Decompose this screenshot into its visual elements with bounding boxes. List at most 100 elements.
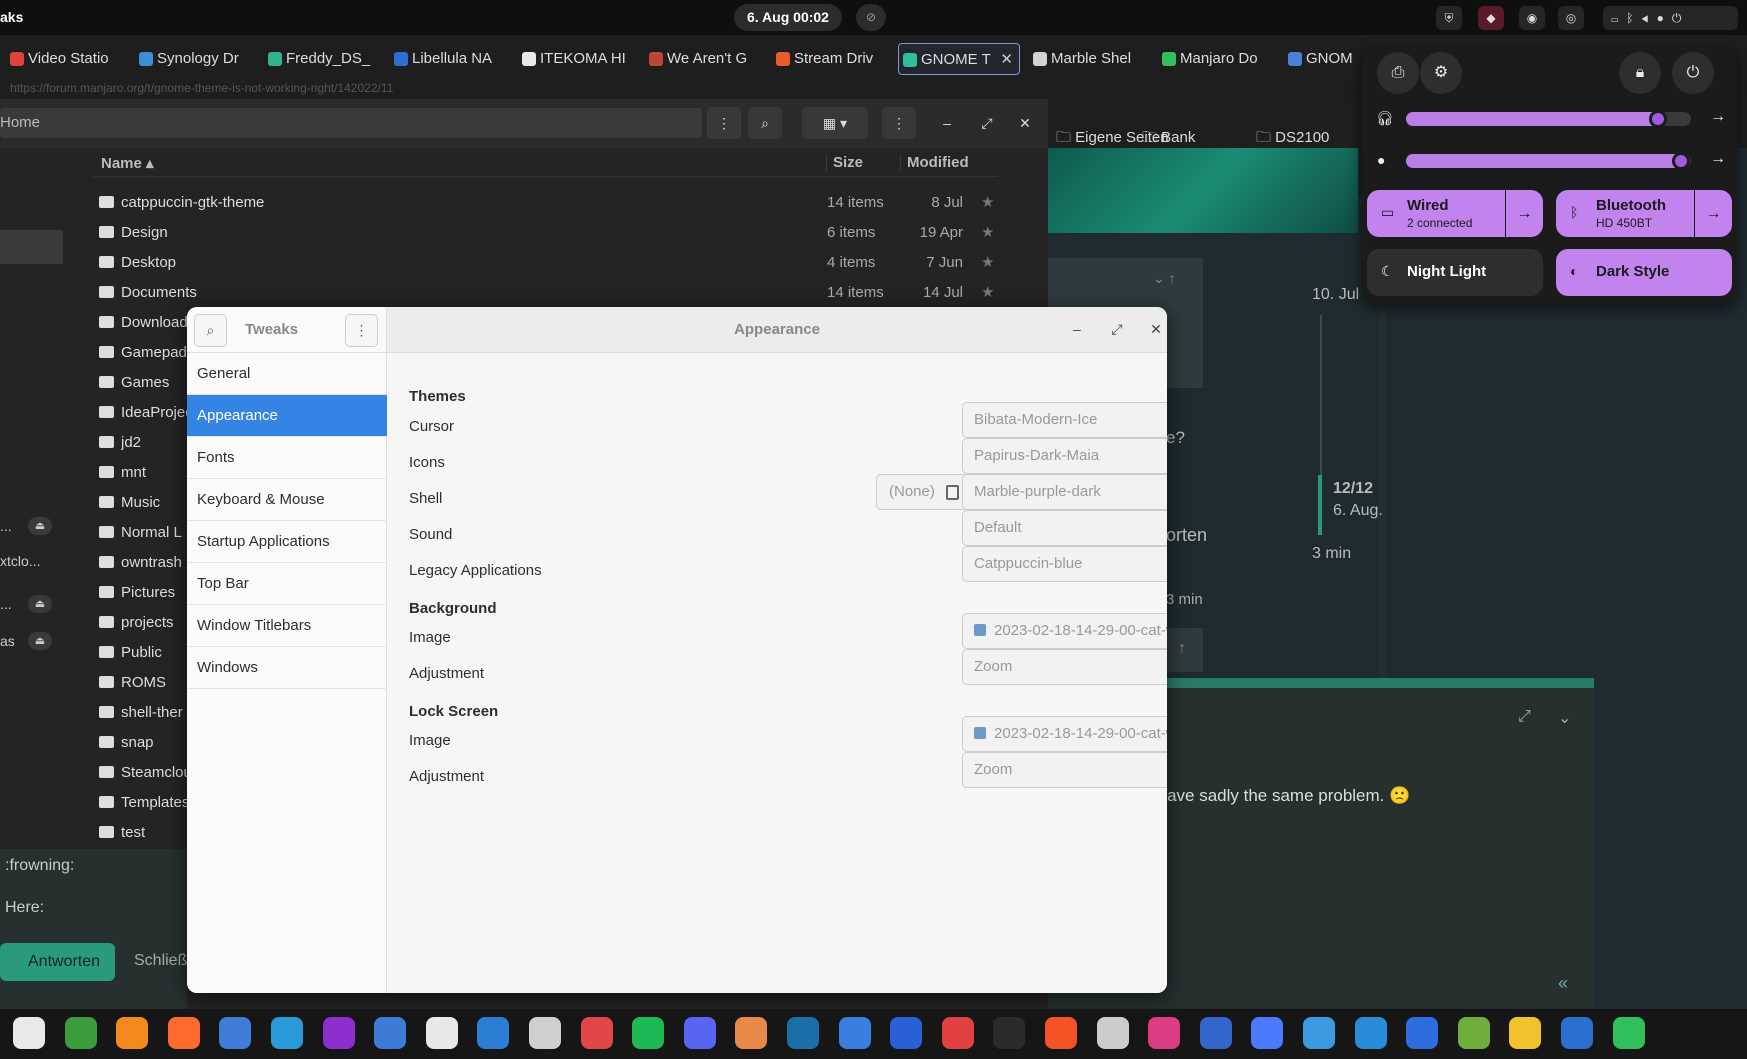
bluetooth-toggle[interactable]: ᛒ Bluetooth HD 450BT → (1556, 190, 1732, 237)
eject-icon[interactable]: ⏏ (28, 595, 52, 613)
settings-gear-icon[interactable]: ⚙ (1420, 52, 1462, 94)
nav-item-fonts[interactable]: Fonts (187, 437, 387, 479)
browser-tab[interactable]: Video Statio (6, 43, 128, 75)
url-bar[interactable]: https://forum.manjaro.org/t/gnome-theme-… (0, 81, 1340, 99)
close-topic-button[interactable]: Schließ (134, 952, 187, 970)
do-not-disturb-icon[interactable]: ⊘ (856, 4, 886, 31)
dock-app-icon[interactable] (1509, 1017, 1542, 1049)
path-menu-button[interactable]: ⋮ (707, 107, 741, 139)
wired-more-arrow-icon[interactable]: → (1505, 190, 1543, 237)
bluetooth-more-arrow-icon[interactable]: → (1694, 190, 1732, 237)
dock-app-icon[interactable] (1561, 1017, 1593, 1049)
icons-dropdown[interactable]: Papirus-Dark-Maia (962, 438, 1167, 474)
collapse-sidebar-icon[interactable]: « (1558, 973, 1568, 994)
browser-tab[interactable]: We Aren't G (645, 43, 765, 75)
app-indicator-icon[interactable]: ◆ (1478, 6, 1504, 30)
eject-icon[interactable]: ⏏ (28, 517, 52, 535)
mic-slider[interactable] (1406, 152, 1691, 170)
mic-input-arrow-icon[interactable]: → (1710, 150, 1726, 168)
column-name[interactable]: Name ▴ (101, 154, 154, 172)
browser-tab[interactable]: ITEKOMA HI (518, 43, 638, 75)
collapse-icon[interactable]: ⌄ ↑ (1153, 270, 1176, 287)
sidebar-device-label[interactable]: as (0, 633, 15, 649)
lock-adjustment-dropdown[interactable]: Zoom (962, 752, 1167, 788)
dock-app-icon[interactable] (64, 1017, 97, 1049)
sound-dropdown[interactable]: Default (962, 510, 1167, 546)
eject-icon[interactable]: ⏏ (28, 632, 52, 650)
nav-item-keyboard-mouse[interactable]: Keyboard & Mouse (187, 479, 387, 521)
bg-adjustment-dropdown[interactable]: Zoom (962, 649, 1167, 685)
search-icon[interactable]: ⌕ (748, 107, 782, 139)
dock-app-icon[interactable] (477, 1017, 510, 1049)
column-modified[interactable]: Modified (900, 154, 969, 171)
dock-app-icon[interactable] (271, 1017, 303, 1049)
close-icon[interactable]: ✕ (1008, 107, 1042, 139)
steam-tray-icon[interactable]: ◎ (1558, 6, 1584, 30)
reply-button[interactable]: Antworten (0, 943, 115, 981)
search-icon[interactable]: ⌕ (194, 314, 227, 347)
dark-style-toggle[interactable]: ◐ Dark Style (1556, 249, 1732, 296)
nav-item-window-titlebars[interactable]: Window Titlebars (187, 605, 387, 647)
dock-app-icon[interactable] (116, 1017, 149, 1049)
dock-app-icon[interactable] (735, 1017, 768, 1049)
dock-app-icon[interactable] (322, 1017, 355, 1049)
file-row[interactable]: catppuccin-gtk-theme 14 items 8 Jul ★ (93, 188, 998, 218)
chevron-down-icon[interactable]: ⌄ (1558, 708, 1571, 728)
dock-app-icon[interactable] (1096, 1017, 1129, 1049)
legacy-dropdown[interactable]: Catppuccin-blue (962, 546, 1167, 582)
minimize-icon[interactable]: – (1064, 316, 1090, 342)
dock-app-icon[interactable] (1354, 1017, 1387, 1049)
maximize-icon[interactable]: ⤢ (970, 107, 1004, 139)
menu-icon[interactable]: ⋮ (345, 314, 378, 347)
browser-tab[interactable]: Synology Dr (135, 43, 257, 75)
dock-app-icon[interactable] (993, 1017, 1026, 1049)
dock-app-icon[interactable] (838, 1017, 871, 1049)
dock-app-icon[interactable] (1406, 1017, 1439, 1049)
vpn-shield-icon[interactable]: ⛨ (1436, 6, 1462, 30)
shell-none-button[interactable]: (None) (876, 474, 970, 510)
dock-app-icon[interactable] (683, 1017, 716, 1049)
bg-image-chooser[interactable]: 2023-02-18-14-29-00-cat-waves.png (962, 613, 1167, 649)
dock-app-icon[interactable] (219, 1017, 252, 1049)
dock-app-icon[interactable] (1045, 1017, 1077, 1049)
minimize-icon[interactable]: – (930, 107, 964, 139)
close-icon[interactable]: ✕ (1143, 316, 1167, 342)
screenshot-icon[interactable]: ⎙ (1377, 52, 1419, 94)
nav-item-startup-applications[interactable]: Startup Applications (187, 521, 387, 563)
file-row[interactable]: Documents 14 items 14 Jul ★ (93, 278, 998, 308)
dock-app-icon[interactable] (580, 1017, 613, 1049)
system-status-area[interactable]: ▭ᛒ◀●⏻ (1603, 6, 1738, 30)
file-row[interactable]: Design 6 items 19 Apr ★ (93, 218, 998, 248)
browser-tab[interactable]: GNOM (1284, 43, 1364, 75)
clock[interactable]: 6. Aug 00:02 (734, 4, 842, 31)
volume-output-arrow-icon[interactable]: → (1710, 108, 1726, 126)
browser-tab[interactable]: Freddy_DS_ (264, 43, 384, 75)
volume-slider[interactable] (1406, 110, 1691, 128)
dock-app-icon[interactable] (890, 1017, 923, 1049)
sidebar-device-label[interactable]: ... (0, 596, 12, 612)
scroll-up-icon[interactable]: ↑ (1178, 640, 1186, 658)
sidebar-device-label[interactable]: ... (0, 518, 12, 534)
cursor-dropdown[interactable]: Bibata-Modern-Ice (962, 402, 1167, 438)
close-tab-icon[interactable]: ✕ (1000, 44, 1013, 74)
dock-app-icon[interactable] (167, 1017, 200, 1049)
lock-icon[interactable]: 🔒︎ (1619, 52, 1661, 94)
lock-image-chooser[interactable]: 2023-02-18-14-29-00-cat-waves.png (962, 716, 1167, 752)
dock-app-icon[interactable] (13, 1017, 45, 1049)
dock-app-icon[interactable] (1148, 1017, 1181, 1049)
view-toggle-button[interactable]: ▦ ▾ (802, 107, 868, 139)
dock-app-icon[interactable] (941, 1017, 974, 1049)
file-row[interactable]: Desktop 4 items 7 Jun ★ (93, 248, 998, 278)
browser-tab[interactable]: Stream Driv (772, 43, 892, 75)
active-app-name[interactable]: aks (0, 9, 23, 25)
wired-toggle[interactable]: ▭ Wired 2 connected → (1367, 190, 1543, 237)
dock-app-icon[interactable] (425, 1017, 458, 1049)
browser-tab[interactable]: Manjaro Do (1158, 43, 1278, 75)
main-menu-button[interactable]: ⋮ (882, 107, 916, 139)
dock-app-icon[interactable] (1199, 1017, 1232, 1049)
dock-app-icon[interactable] (1612, 1017, 1645, 1049)
nav-item-top-bar[interactable]: Top Bar (187, 563, 387, 605)
browser-tab[interactable]: Libellula NA (390, 43, 512, 75)
volume-knob[interactable] (1649, 110, 1668, 128)
dock-app-icon[interactable] (632, 1017, 665, 1049)
